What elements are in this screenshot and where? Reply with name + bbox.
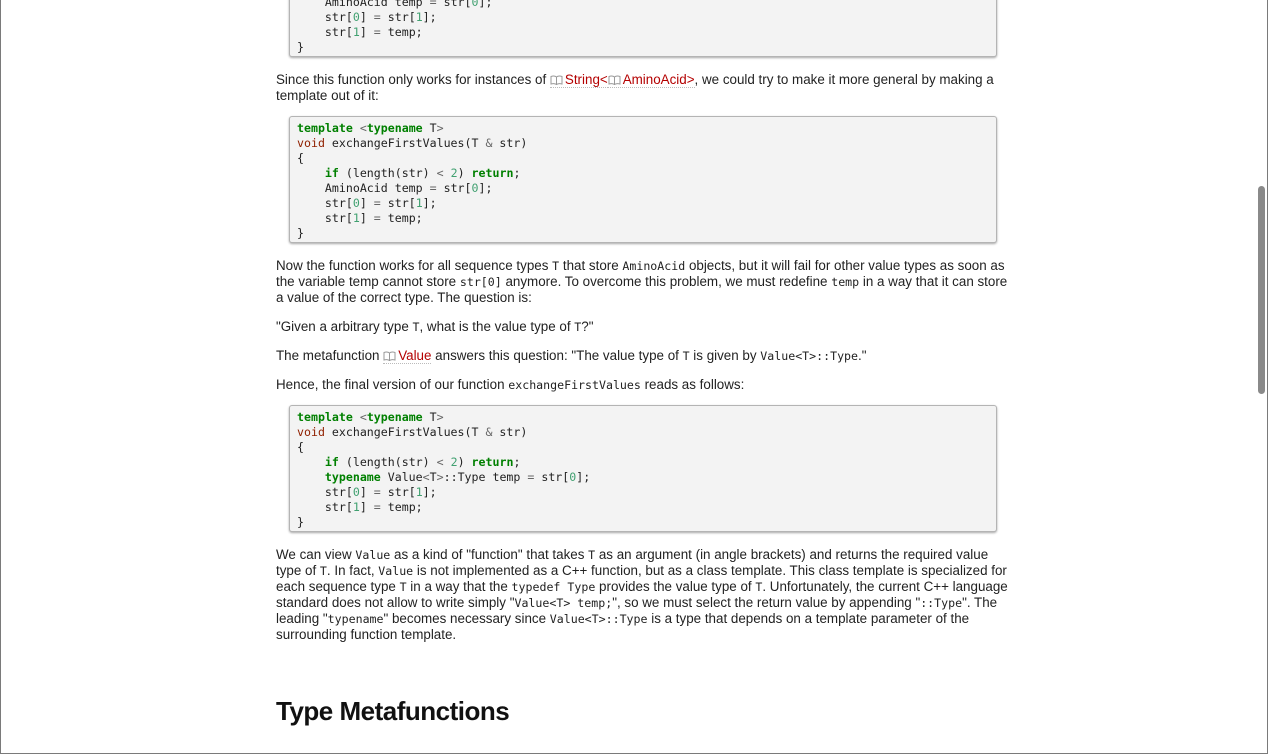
text: Hence, the final version of our function (276, 377, 509, 392)
paragraph-question: "Given a arbitrary type T, what is the v… (276, 319, 1016, 335)
text: We can view (276, 547, 356, 562)
code-block-final-content: template <typename T> void exchangeFirst… (297, 410, 989, 530)
text: ." (858, 348, 867, 363)
inline-code: str[0] (459, 275, 502, 289)
code-line: } (297, 40, 304, 54)
link-string[interactable]: String< (549, 72, 608, 88)
code-line: { (297, 151, 304, 165)
code-line: str[0] = str[1]; (297, 196, 437, 210)
inline-code: typedef Type (511, 580, 596, 594)
inline-code: typename (327, 612, 384, 626)
link-value[interactable]: Value (383, 348, 432, 364)
browser-viewport: AminoAcid temp = str[0]; str[0] = str[1]… (0, 0, 1268, 754)
code-line: } (297, 226, 304, 240)
code-line: str[1] = temp; (297, 500, 423, 514)
inline-code: T (319, 564, 327, 578)
code-block-top-content: AminoAcid temp = str[0]; str[0] = str[1]… (297, 0, 989, 55)
code-line: str[1] = temp; (297, 25, 423, 39)
inline-code: exchangeFirstValues (508, 378, 641, 392)
inline-code: T (399, 580, 407, 594)
inline-code: T (682, 349, 690, 363)
inline-code: Value (355, 548, 391, 562)
link-label: String< (564, 72, 608, 87)
inline-code: Value<T>::Type (760, 349, 859, 363)
text: "Given a arbitrary type (276, 319, 413, 334)
text: Since this function only works for insta… (276, 72, 550, 87)
text: . In fact, (326, 563, 379, 578)
text: anymore. To overcome this problem, we mu… (501, 274, 832, 289)
inline-code: AminoAcid (622, 259, 686, 273)
code-line: if (length(str) < 2) return; (324, 166, 521, 180)
paragraph-final-version: Hence, the final version of our function… (276, 377, 1016, 393)
code-line: AminoAcid temp = str[0]; (297, 0, 493, 9)
code-block-template-content: template <typename T> void exchangeFirst… (297, 121, 989, 241)
paragraph-string-instances: Since this function only works for insta… (276, 72, 1016, 104)
link-aminoacid[interactable]: AminoAcid> (607, 72, 695, 88)
text: ?" (581, 319, 594, 334)
text: provides the value type of (595, 579, 756, 594)
section-heading-type-metafunctions: Type Metafunctions (276, 696, 510, 726)
book-icon (608, 75, 621, 85)
inline-code: temp (831, 275, 860, 289)
code-line: AminoAcid temp = str[0]; (297, 181, 493, 195)
code-line: } (297, 515, 304, 529)
code-block-top: AminoAcid temp = str[0]; str[0] = str[1]… (289, 0, 997, 57)
text: Now the function works for all sequence … (276, 258, 553, 273)
inline-code: ::Type (920, 596, 963, 610)
code-line: template <typename T> (297, 121, 444, 135)
code-line: { (297, 440, 304, 454)
text: as a kind of "function" that takes (390, 547, 589, 562)
book-icon (550, 75, 563, 85)
text: that store (559, 258, 623, 273)
text: The metafunction (276, 348, 384, 363)
code-line: template <typename T> (297, 410, 444, 424)
link-label: AminoAcid> (622, 72, 695, 87)
inline-code: Value<T> temp; (514, 596, 613, 610)
code-block-template: template <typename T> void exchangeFirst… (289, 116, 997, 243)
paragraph-sequence-types: Now the function works for all sequence … (276, 258, 1016, 306)
text: " becomes necessary since (383, 611, 550, 626)
code-line: void exchangeFirstValues(T & str) (297, 425, 528, 439)
paragraph-value-explanation: We can view Value as a kind of "function… (276, 547, 1016, 643)
code-line: str[0] = str[1]; (297, 10, 437, 24)
code-block-final: template <typename T> void exchangeFirst… (289, 405, 997, 532)
text: ", so we must select the return value by… (612, 595, 921, 610)
code-line: typename Value<T>::Type temp = str[0]; (324, 470, 591, 484)
inline-code: Value<T>::Type (549, 612, 648, 626)
code-line: if (length(str) < 2) return; (324, 455, 521, 469)
text: , what is the value type of (419, 319, 575, 334)
text: answers this question: "The value type o… (431, 348, 683, 363)
code-line: str[1] = temp; (297, 211, 423, 225)
paragraph-metafunction: The metafunction Value answers this ques… (276, 348, 1016, 364)
link-label: Value (398, 348, 432, 363)
code-line: void exchangeFirstValues(T & str) (297, 136, 528, 150)
text: reads as follows: (640, 377, 745, 392)
book-icon (383, 351, 396, 361)
text: is given by (689, 348, 761, 363)
inline-code: Value (378, 564, 414, 578)
vertical-scrollbar[interactable] (1258, 186, 1265, 394)
code-line: str[0] = str[1]; (297, 485, 437, 499)
text: in a way that the (406, 579, 512, 594)
